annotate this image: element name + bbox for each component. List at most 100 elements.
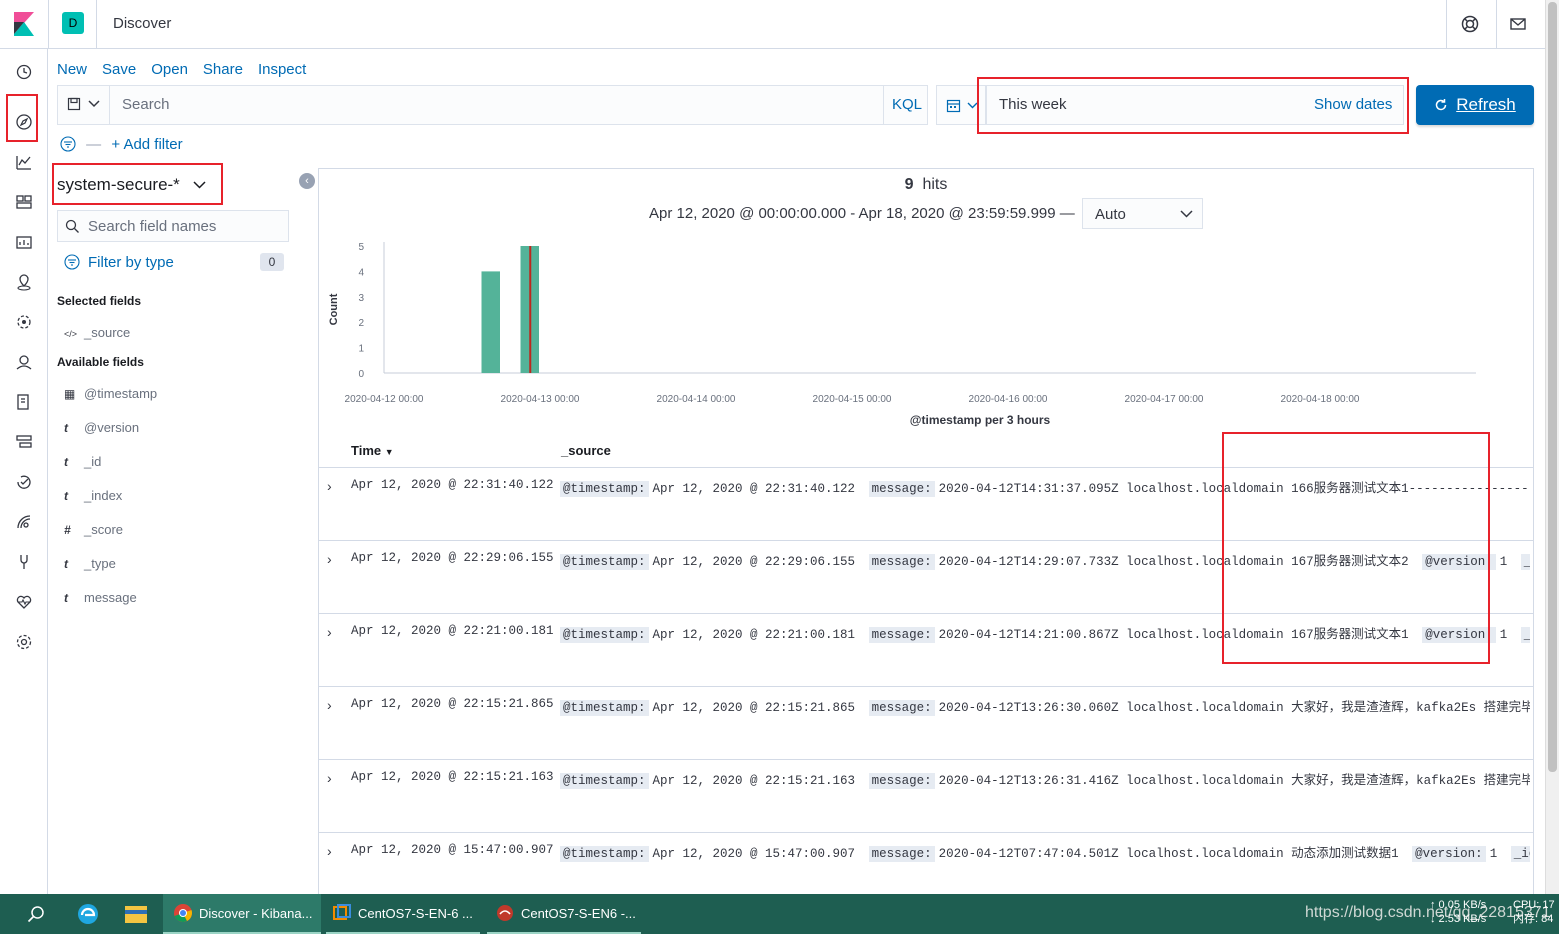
field-item[interactable]: t @version xyxy=(64,420,139,435)
filter-by-type-button[interactable]: Filter by type xyxy=(88,254,174,271)
field-item[interactable]: t _index xyxy=(64,488,122,503)
row-source: @timestamp: Apr 12, 2020 @ 22:15:21.163 m… xyxy=(560,769,1530,793)
kibana-logo-icon[interactable] xyxy=(10,10,38,38)
table-row[interactable]: › Apr 12, 2020 @ 22:21:00.181 @timestamp: A… xyxy=(318,614,1534,687)
recent-clock-icon[interactable] xyxy=(14,62,34,82)
table-row[interactable]: › Apr 12, 2020 @ 22:15:21.865 @timestamp: A… xyxy=(318,687,1534,760)
field-item[interactable]: ▦ @timestamp xyxy=(64,386,157,401)
source-field-key: @timestamp: xyxy=(560,481,649,497)
add-filter-button[interactable]: + Add filter xyxy=(111,136,182,153)
chrome-icon xyxy=(174,904,192,922)
table-row[interactable]: › Apr 12, 2020 @ 22:29:06.155 @timestamp: A… xyxy=(318,541,1534,614)
visualize-icon[interactable] xyxy=(14,152,34,172)
field-item[interactable]: t message xyxy=(64,590,137,605)
expand-row-icon[interactable]: › xyxy=(327,770,332,786)
quick-date-menu-button[interactable] xyxy=(936,85,986,125)
header-divider xyxy=(1446,0,1447,49)
dev-tools-icon[interactable] xyxy=(14,552,34,572)
source-field-key: _id: xyxy=(1520,554,1530,570)
search-icon[interactable] xyxy=(26,904,46,924)
discover-compass-icon[interactable] xyxy=(14,112,34,132)
table-row[interactable]: › Apr 12, 2020 @ 22:31:40.122 @timestamp: A… xyxy=(318,468,1534,541)
top-header xyxy=(0,0,1545,49)
menu-open[interactable]: Open xyxy=(151,61,188,78)
field-item[interactable]: t _type xyxy=(64,556,116,571)
column-header-time[interactable]: Time ▼ xyxy=(351,443,394,458)
dashboard-icon[interactable] xyxy=(14,192,34,212)
expand-row-icon[interactable]: › xyxy=(327,624,332,640)
search-icon xyxy=(65,219,79,233)
scrollbar-thumb[interactable] xyxy=(1548,2,1557,772)
table-row[interactable]: › Apr 12, 2020 @ 22:15:21.163 @timestamp: A… xyxy=(318,760,1534,833)
source-field-value: Apr 12, 2020 @ 15:47:00.907 xyxy=(652,847,856,861)
row-source: @timestamp: Apr 12, 2020 @ 22:21:00.181 m… xyxy=(560,623,1530,647)
index-pattern-selector[interactable]: system-secure-* xyxy=(57,175,206,195)
source-field-value: Apr 12, 2020 @ 22:21:00.181 xyxy=(652,628,856,642)
row-time: Apr 12, 2020 @ 22:15:21.163 xyxy=(351,770,554,784)
x-tick-label: 2020-04-16 00:00 xyxy=(969,394,1048,405)
monitoring-icon[interactable] xyxy=(14,592,34,612)
y-tick-label: 3 xyxy=(358,293,364,304)
source-field-value: 2020-04-12T13:26:30.060Z localhost.local… xyxy=(938,701,1530,715)
filter-options-icon[interactable] xyxy=(60,136,76,152)
search-input[interactable]: Search xyxy=(122,96,170,113)
source-field-value: 1 xyxy=(1489,847,1498,861)
infrastructure-icon[interactable] xyxy=(14,432,34,452)
refresh-button[interactable]: Refresh xyxy=(1416,85,1534,125)
row-source: @timestamp: Apr 12, 2020 @ 15:47:00.907 m… xyxy=(560,842,1530,866)
row-source: @timestamp: Apr 12, 2020 @ 22:15:21.865 m… xyxy=(560,696,1530,720)
header-divider xyxy=(1496,0,1497,49)
kql-toggle-button[interactable]: KQL xyxy=(892,96,922,113)
menu-save[interactable]: Save xyxy=(102,61,136,78)
maps-icon[interactable] xyxy=(14,272,34,292)
chevron-down-icon xyxy=(1180,210,1193,218)
source-field-key: message: xyxy=(868,773,935,789)
uptime-icon[interactable] xyxy=(14,472,34,492)
source-field-key: @version: xyxy=(1422,627,1496,643)
expand-row-icon[interactable]: › xyxy=(327,551,332,567)
query-bar xyxy=(57,85,928,125)
date-range-label[interactable]: This week xyxy=(999,96,1067,113)
menu-new[interactable]: New xyxy=(57,61,87,78)
expand-row-icon[interactable]: › xyxy=(327,697,332,713)
mail-icon[interactable] xyxy=(1508,14,1528,34)
source-field-value: Apr 12, 2020 @ 22:29:06.155 xyxy=(652,555,856,569)
code-icon: </> xyxy=(64,329,78,339)
row-time: Apr 12, 2020 @ 22:15:21.865 xyxy=(351,697,554,711)
field-item-source[interactable]: </> _source xyxy=(64,325,130,340)
field-item[interactable]: # _score xyxy=(64,522,123,537)
siem-icon[interactable] xyxy=(14,352,34,372)
taskbar-item-xshell[interactable]: CentOS7-S-EN6 -... xyxy=(487,894,641,934)
field-type-icon: ▦ xyxy=(64,387,76,401)
field-name: message xyxy=(84,590,137,605)
row-source: @timestamp: Apr 12, 2020 @ 22:31:40.122 m… xyxy=(560,477,1530,501)
taskbar-item-vmware[interactable]: CentOS7-S-EN-6 ... xyxy=(326,894,480,934)
menu-inspect[interactable]: Inspect xyxy=(258,61,306,78)
source-field-value: 2020-04-12T14:31:37.095Z localhost.local… xyxy=(938,482,1530,496)
saved-queries-button[interactable] xyxy=(57,85,110,125)
machine-learning-icon[interactable] xyxy=(14,312,34,332)
show-dates-link[interactable]: Show dates xyxy=(1314,96,1392,113)
expand-row-icon[interactable]: › xyxy=(327,843,332,859)
source-field-key: @version: xyxy=(1422,554,1496,570)
system-stats: CPU: 17 内存: 84 xyxy=(1513,898,1555,926)
help-icon[interactable] xyxy=(1460,14,1480,34)
menu-share[interactable]: Share xyxy=(203,61,243,78)
interval-select[interactable]: Auto xyxy=(1082,198,1203,229)
file-explorer-icon[interactable] xyxy=(124,903,148,925)
field-item[interactable]: t _id xyxy=(64,454,101,469)
canvas-icon[interactable] xyxy=(14,232,34,252)
expand-row-icon[interactable]: › xyxy=(327,478,332,494)
header-divider xyxy=(48,0,49,49)
histogram-chart[interactable]: 0 1 2 3 4 5 2020-04-12 00:00 2020-04-13 00:00 20… xyxy=(318,232,1534,432)
sort-down-icon[interactable]: ▼ xyxy=(385,447,394,457)
apm-icon[interactable] xyxy=(14,512,34,532)
chevron-down-icon xyxy=(88,100,100,108)
network-speed: ↑ 0.05 KB/s ↓ 2.53 KB/s xyxy=(1430,898,1486,926)
collapse-sidebar-button[interactable]: ‹ xyxy=(299,173,315,189)
space-avatar[interactable]: D xyxy=(62,12,84,34)
taskbar-item-chrome[interactable]: Discover - Kibana... xyxy=(163,894,321,934)
management-gear-icon[interactable] xyxy=(14,632,34,652)
logs-icon[interactable] xyxy=(14,392,34,412)
edge-browser-icon[interactable] xyxy=(76,902,100,926)
